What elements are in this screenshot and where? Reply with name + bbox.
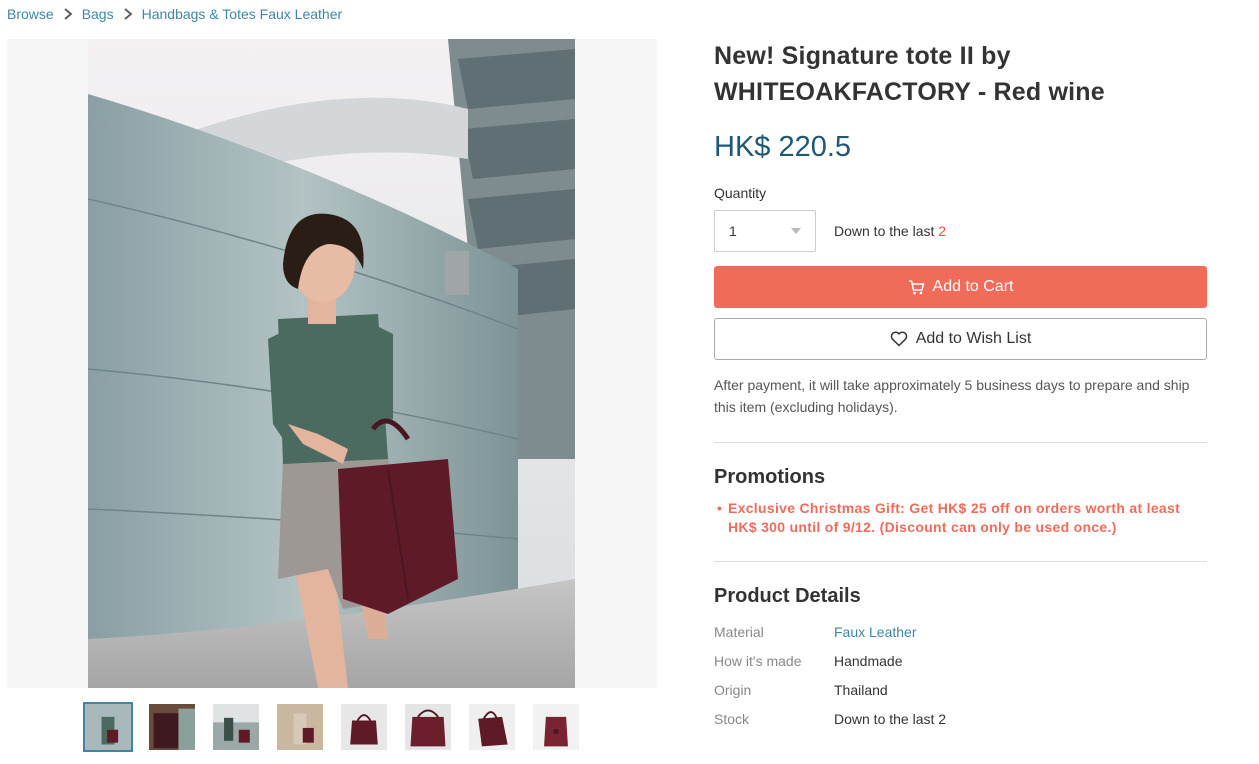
product-main-image[interactable] xyxy=(7,39,657,688)
add-to-cart-button[interactable]: Add to Cart xyxy=(714,266,1207,308)
thumbnail-8[interactable] xyxy=(531,702,581,752)
promotions-title: Promotions xyxy=(714,466,826,488)
bullet-icon: • xyxy=(717,500,723,516)
chevron-down-icon xyxy=(791,228,801,234)
shipping-note: After payment, it will take approximatel… xyxy=(714,377,1190,415)
quantity-row: 1 Down to the last 2 xyxy=(714,210,1207,252)
thumbnail-4[interactable] xyxy=(275,702,325,752)
stock-note-prefix: Down to the last xyxy=(834,223,935,239)
quantity-value: 1 xyxy=(729,223,737,239)
quantity-select[interactable]: 1 xyxy=(714,210,816,252)
product-title: New! Signature tote II by WHITEOAKFACTOR… xyxy=(714,42,1105,106)
detail-row-how-made: How it's made Handmade xyxy=(714,647,1207,676)
thumbnail-1[interactable] xyxy=(83,702,133,752)
add-to-cart-label: Add to Cart xyxy=(932,278,1014,295)
thumbnail-7[interactable] xyxy=(467,702,517,752)
detail-key: Stock xyxy=(714,711,750,727)
stock-count: 2 xyxy=(938,223,947,239)
divider xyxy=(714,442,1207,443)
detail-value: Down to the last 2 xyxy=(834,711,947,727)
detail-value: Thailand xyxy=(834,682,888,698)
breadcrumb-browse[interactable]: Browse xyxy=(7,6,54,22)
add-to-wishlist-button[interactable]: Add to Wish List xyxy=(714,318,1207,360)
stock-note: Down to the last 2 xyxy=(834,223,946,239)
thumbnail-2[interactable] xyxy=(147,702,197,752)
promotion-text: Exclusive Christmas Gift: Get HK$ 25 off… xyxy=(728,500,1181,535)
detail-row-stock: Stock Down to the last 2 xyxy=(714,705,1207,734)
breadcrumb: Browse Bags Handbags & Totes Faux Leathe… xyxy=(7,6,342,22)
detail-row-material: Material Faux Leather xyxy=(714,618,1207,647)
detail-row-origin: Origin Thailand xyxy=(714,676,1207,705)
promotion-item[interactable]: • Exclusive Christmas Gift: Get HK$ 25 o… xyxy=(714,499,1207,537)
detail-key: How it's made xyxy=(714,653,802,669)
thumbnail-5[interactable] xyxy=(339,702,389,752)
product-price: HK$ 220.5 xyxy=(714,131,852,163)
chevron-right-icon xyxy=(54,8,82,20)
thumbnail-3[interactable] xyxy=(211,702,261,752)
add-to-wishlist-label: Add to Wish List xyxy=(915,330,1032,347)
material-link[interactable]: Faux Leather xyxy=(834,618,917,647)
product-info-panel: New! Signature tote II by WHITEOAKFACTOR… xyxy=(714,38,1207,734)
quantity-label: Quantity xyxy=(714,185,767,201)
cart-icon xyxy=(908,279,924,294)
detail-value: Handmade xyxy=(834,653,903,669)
heart-icon xyxy=(890,331,907,347)
detail-key: Origin xyxy=(714,682,752,698)
product-details-list: Material Faux Leather How it's made Hand… xyxy=(714,618,1207,734)
product-photo xyxy=(88,39,575,688)
detail-key: Material xyxy=(714,624,764,640)
breadcrumb-bags[interactable]: Bags xyxy=(82,6,114,22)
chevron-right-icon xyxy=(114,8,142,20)
product-details-title: Product Details xyxy=(714,585,861,607)
divider xyxy=(714,561,1207,562)
breadcrumb-handbags-totes[interactable]: Handbags & Totes Faux Leather xyxy=(142,6,343,22)
thumbnail-6[interactable] xyxy=(403,702,453,752)
thumbnail-strip xyxy=(83,702,595,752)
